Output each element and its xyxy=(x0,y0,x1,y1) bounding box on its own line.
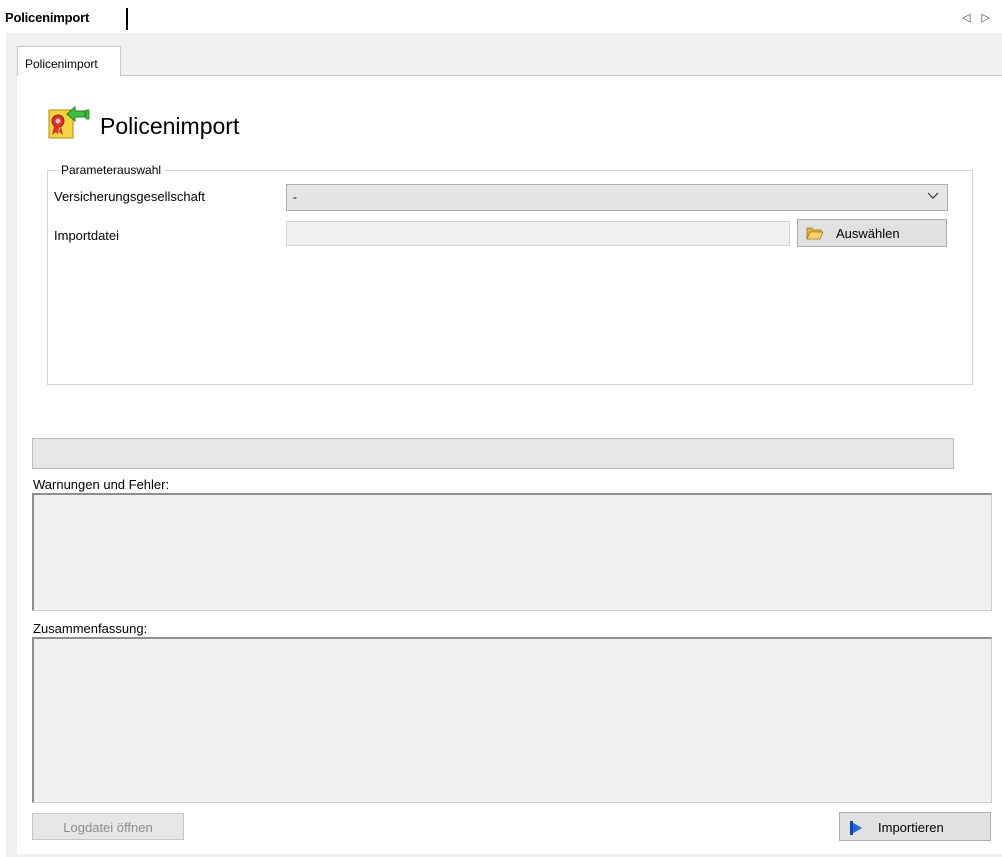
import-button-label: Importieren xyxy=(878,820,944,835)
import-button[interactable]: Importieren xyxy=(839,812,991,841)
insurer-select-value: - xyxy=(293,190,297,204)
chevron-down-icon[interactable] xyxy=(927,189,939,203)
tab-nav-arrows[interactable]: ◁ ▷ xyxy=(962,11,994,24)
summary-label: Zusammenfassung: xyxy=(33,621,148,636)
play-icon xyxy=(850,821,862,835)
document-tab-policenimport[interactable]: Policenimport xyxy=(5,10,89,25)
tab-policenimport[interactable]: Policenimport xyxy=(17,46,121,76)
summary-textarea[interactable] xyxy=(32,637,992,803)
insurer-select[interactable]: - xyxy=(286,184,948,211)
import-file-label: Importdatei xyxy=(54,228,120,243)
import-progress-bar xyxy=(32,438,954,469)
select-file-button-label: Auswählen xyxy=(836,226,900,241)
tab-separator xyxy=(126,8,128,30)
parameter-group-legend: Parameterauswahl xyxy=(58,163,165,177)
page-title: Policenimport xyxy=(100,113,240,139)
select-file-button[interactable]: Auswählen xyxy=(797,219,947,247)
warnings-textarea[interactable] xyxy=(32,493,992,611)
insurer-label: Versicherungsgesellschaft xyxy=(54,189,206,204)
folder-open-icon xyxy=(806,227,824,240)
policy-import-icon xyxy=(48,105,90,139)
import-file-field[interactable] xyxy=(286,221,790,246)
open-logfile-button[interactable]: Logdatei öffnen xyxy=(32,813,184,840)
warnings-label: Warnungen und Fehler: xyxy=(33,477,170,492)
